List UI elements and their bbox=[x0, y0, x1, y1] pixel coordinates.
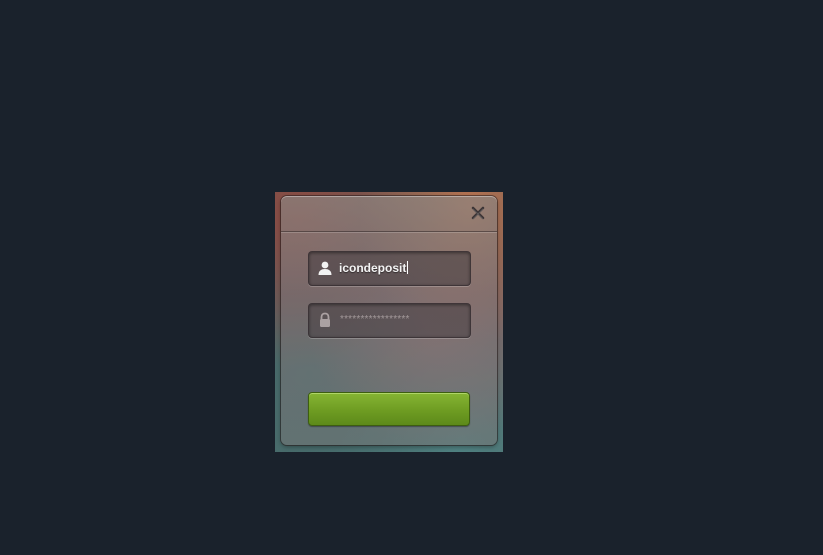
username-value: icondeposit bbox=[339, 261, 409, 275]
lock-icon bbox=[317, 312, 333, 328]
username-field[interactable]: icondeposit bbox=[308, 251, 471, 286]
password-masked-value: ***************** bbox=[340, 314, 410, 325]
password-field[interactable]: ***************** bbox=[308, 303, 471, 338]
close-icon[interactable] bbox=[470, 205, 486, 221]
page: icondeposit ***************** bbox=[0, 0, 823, 555]
text-cursor bbox=[407, 261, 409, 274]
user-icon bbox=[317, 260, 333, 276]
card-header bbox=[281, 196, 497, 232]
login-button[interactable] bbox=[308, 392, 470, 426]
login-card: icondeposit ***************** bbox=[281, 196, 497, 445]
